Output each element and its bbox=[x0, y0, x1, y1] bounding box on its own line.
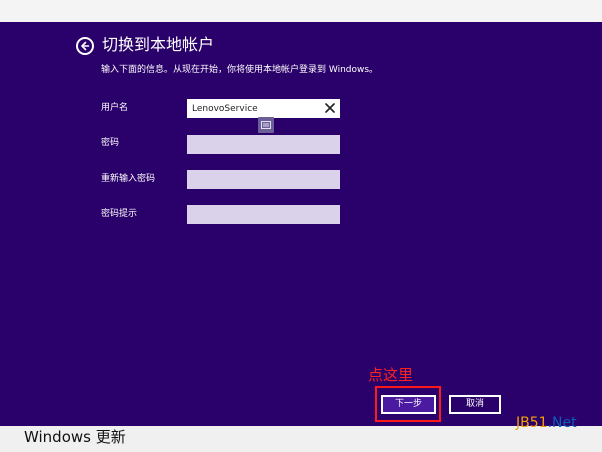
watermark-part-1: JB51 bbox=[516, 415, 548, 431]
close-icon[interactable] bbox=[324, 102, 336, 114]
account-settings-panel bbox=[0, 22, 602, 426]
back-arrow-icon bbox=[81, 41, 90, 51]
page-title: 切换到本地帐户 bbox=[102, 35, 215, 54]
keyboard-glyph bbox=[261, 121, 271, 129]
password-input[interactable] bbox=[187, 135, 340, 154]
confirm-password-input[interactable] bbox=[187, 170, 340, 189]
watermark: JB51.Net bbox=[516, 414, 577, 432]
password-hint-label: 密码提示 bbox=[101, 209, 138, 219]
password-label: 密码 bbox=[101, 138, 120, 148]
back-button[interactable] bbox=[76, 37, 94, 55]
windows-update-label: Windows 更新 bbox=[24, 428, 126, 446]
confirm-password-label: 重新输入密码 bbox=[101, 174, 156, 184]
username-input[interactable] bbox=[187, 99, 340, 118]
cancel-button[interactable]: 取消 bbox=[449, 395, 501, 414]
keyboard-icon[interactable] bbox=[258, 117, 274, 133]
close-glyph bbox=[325, 103, 335, 113]
page-subtitle: 输入下面的信息。从现在开始，你将使用本地帐户登录到 Windows。 bbox=[101, 65, 379, 75]
annotation-text: 点这里 bbox=[368, 366, 414, 384]
password-hint-input[interactable] bbox=[187, 205, 340, 224]
top-strip bbox=[0, 0, 602, 22]
watermark-part-2: .Net bbox=[547, 415, 577, 431]
next-button[interactable]: 下一步 bbox=[381, 395, 436, 414]
username-label: 用户名 bbox=[101, 103, 129, 113]
